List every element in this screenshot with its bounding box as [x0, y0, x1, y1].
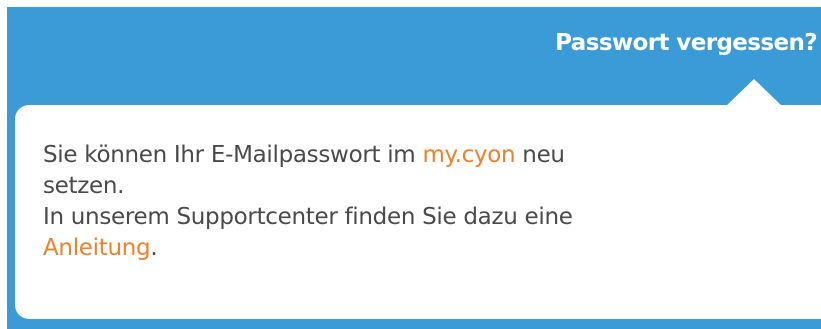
password-help-panel: Passwort vergessen? Sie können Ihr E-Mai…: [0, 0, 821, 329]
tooltip-line-4: Anleitung.: [43, 233, 803, 264]
tooltip-line-2: setzen.: [43, 173, 125, 199]
my-cyon-link[interactable]: my.cyon: [422, 142, 515, 168]
tooltip-line-1: Sie können Ihr E-Mailpasswort im my.cyon…: [43, 140, 803, 171]
tooltip-line-3: In unserem Supportcenter finden Sie dazu…: [43, 204, 573, 230]
tooltip-message: Sie können Ihr E-Mailpasswort im my.cyon…: [43, 140, 803, 264]
guide-link[interactable]: Anleitung: [43, 235, 151, 261]
tooltip-text-before-link: Sie können Ihr E-Mailpasswort im: [43, 142, 423, 168]
tooltip-arrow: [726, 79, 782, 106]
forgot-password-link[interactable]: Passwort vergessen?: [555, 30, 817, 56]
guide-suffix: .: [150, 235, 158, 261]
tooltip-text-after-link: neu: [515, 142, 565, 168]
